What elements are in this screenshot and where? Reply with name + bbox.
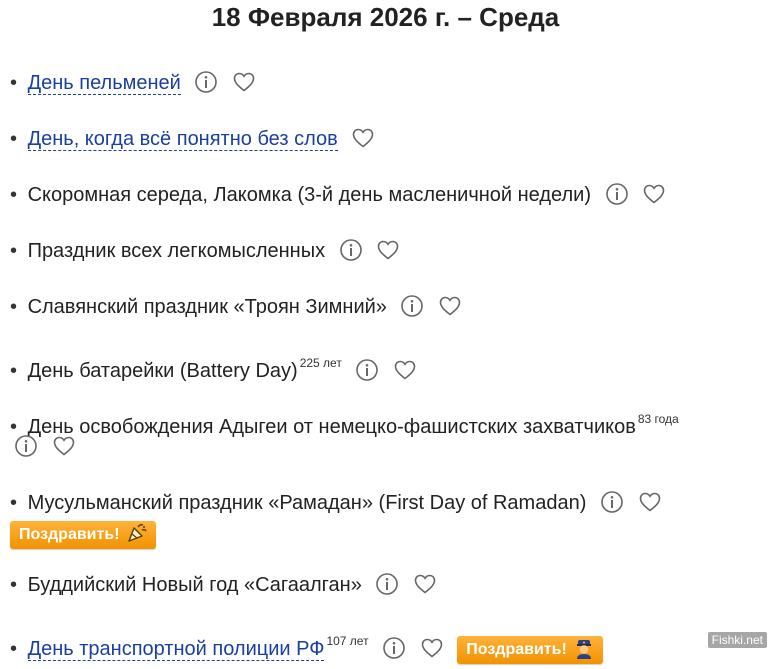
watermark: Fishki.net <box>707 632 767 648</box>
anniversary-years: 107 лет <box>326 634 369 648</box>
list-item: • Мусульманский праздник «Рамадан» (Firs… <box>10 488 662 518</box>
holiday-name: Праздник всех легкомысленных <box>27 240 326 262</box>
holiday-link[interactable]: День пельменей <box>27 72 181 95</box>
holiday-name: Славянский праздник «Троян Зимний» <box>27 296 387 318</box>
list-item: • День транспортной полиции РФ 107 лет По… <box>10 626 603 664</box>
list-item: • День пельменей <box>10 68 256 98</box>
heart-icon[interactable] <box>393 358 417 382</box>
heart-icon[interactable] <box>638 490 662 514</box>
holiday-name: День освобождения Адыгеи от немецко-фаши… <box>27 416 636 438</box>
info-icon[interactable] <box>339 238 363 262</box>
congratulate-label: Поздравить! <box>466 641 567 658</box>
holiday-name: День батарейки (Battery Day) <box>27 360 298 382</box>
info-icon[interactable] <box>600 490 624 514</box>
list-item-actions: Поздравить! <box>10 518 156 549</box>
heart-icon[interactable] <box>376 238 400 262</box>
info-icon[interactable] <box>605 182 629 206</box>
heart-icon[interactable] <box>420 636 444 660</box>
list-item: • Скоромная середа, Лакомка (3-й день ма… <box>10 180 666 210</box>
list-item: • Буддийский Новый год «Сагаалган» <box>10 570 437 600</box>
info-icon[interactable] <box>375 572 399 596</box>
heart-icon[interactable] <box>438 294 462 318</box>
info-icon[interactable] <box>194 70 218 94</box>
holiday-name: Мусульманский праздник «Рамадан» (First … <box>27 492 587 514</box>
heart-icon[interactable] <box>351 126 375 150</box>
bullet: • <box>10 574 18 596</box>
list-item: • Праздник всех легкомысленных <box>10 236 400 266</box>
heart-icon[interactable] <box>232 70 256 94</box>
holiday-link[interactable]: День транспортной полиции РФ <box>27 638 325 661</box>
party-popper-icon <box>126 522 148 544</box>
bullet: • <box>10 240 18 262</box>
police-officer-icon <box>573 637 595 659</box>
info-icon[interactable] <box>382 636 406 660</box>
holiday-name: Скоромная середа, Лакомка (3-й день масл… <box>27 184 591 206</box>
list-item: • День, когда всё понятно без слов <box>10 124 375 154</box>
heart-icon[interactable] <box>642 182 666 206</box>
congratulate-label: Поздравить! <box>19 526 120 543</box>
bullet: • <box>10 638 18 660</box>
bullet: • <box>10 492 18 514</box>
info-icon[interactable] <box>355 358 379 382</box>
list-item-actions <box>14 432 76 462</box>
anniversary-years: 225 лет <box>299 356 342 370</box>
bullet: • <box>10 72 18 94</box>
bullet: • <box>10 296 18 318</box>
anniversary-years: 83 года <box>637 412 679 426</box>
congratulate-button[interactable]: Поздравить! <box>457 636 603 664</box>
bullet: • <box>10 128 18 150</box>
bullet: • <box>10 184 18 206</box>
heart-icon[interactable] <box>413 572 437 596</box>
list-item: • Славянский праздник «Троян Зимний» <box>10 292 462 322</box>
list-item: • День батарейки (Battery Day) 225 лет <box>10 348 417 386</box>
bullet: • <box>10 360 18 382</box>
heart-icon[interactable] <box>52 434 76 458</box>
list-item: • День освобождения Адыгеи от немецко-фа… <box>10 404 679 442</box>
page-title: 18 Февраля 2026 г. – Среда <box>211 2 560 32</box>
info-icon[interactable] <box>400 294 424 318</box>
info-icon[interactable] <box>14 434 38 458</box>
holiday-link[interactable]: День, когда всё понятно без слов <box>27 128 338 151</box>
congratulate-button[interactable]: Поздравить! <box>10 521 156 549</box>
holiday-name: Буддийский Новый год «Сагаалган» <box>27 574 362 596</box>
